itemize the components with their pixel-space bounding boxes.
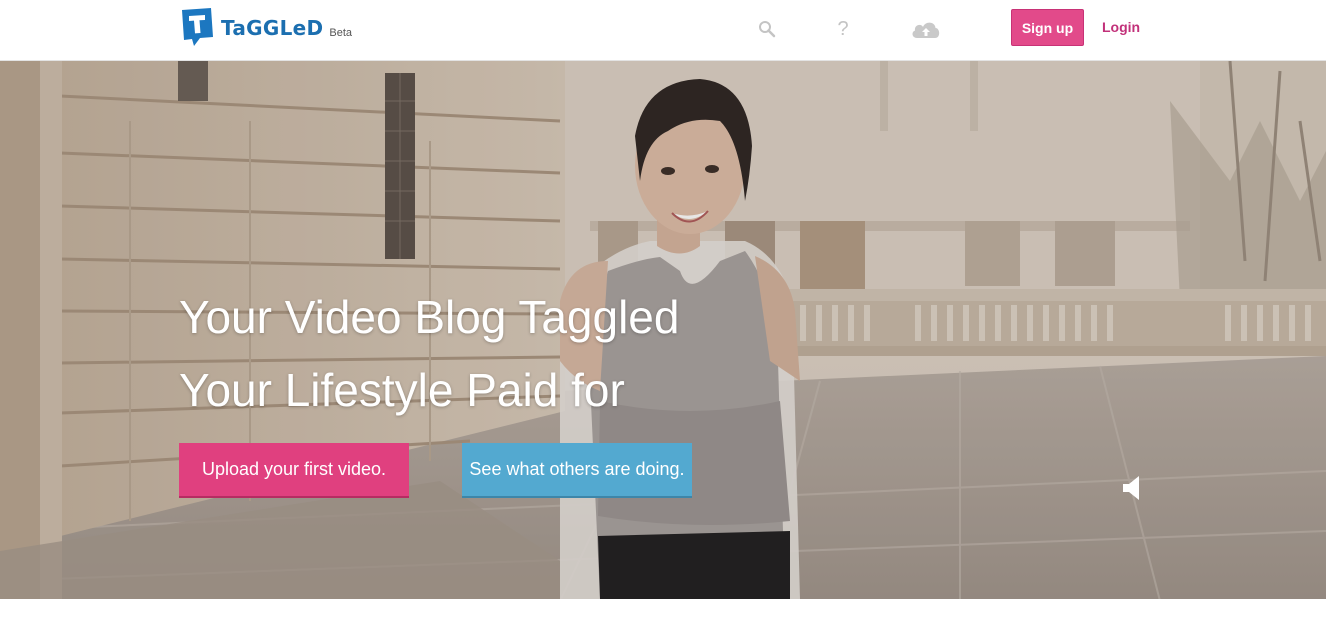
- beta-badge: Beta: [329, 27, 353, 39]
- search-icon[interactable]: [755, 17, 779, 41]
- help-icon[interactable]: ?: [831, 17, 855, 41]
- hero-headline-line2: Your Lifestyle Paid for: [179, 364, 625, 416]
- hero-headline-line1: Your Video Blog Taggled: [179, 291, 680, 343]
- logo-icon: [182, 8, 213, 46]
- upload-first-video-button[interactable]: Upload your first video.: [179, 443, 409, 498]
- login-link[interactable]: Login: [1102, 19, 1140, 35]
- cloud-upload-icon[interactable]: [910, 17, 942, 41]
- logo-wordmark: TaGGLeD: [221, 15, 324, 40]
- taggled-logo[interactable]: TaGGLeD Beta: [178, 6, 352, 48]
- see-others-button[interactable]: See what others are doing.: [462, 443, 692, 498]
- speaker-icon[interactable]: [1121, 475, 1141, 501]
- signup-button[interactable]: Sign up: [1011, 9, 1084, 46]
- hero-video[interactable]: Your Video Blog Taggled Your Lifestyle P…: [0, 61, 1326, 599]
- top-nav-bar: TaGGLeD Beta ? Sign up Login: [0, 0, 1326, 61]
